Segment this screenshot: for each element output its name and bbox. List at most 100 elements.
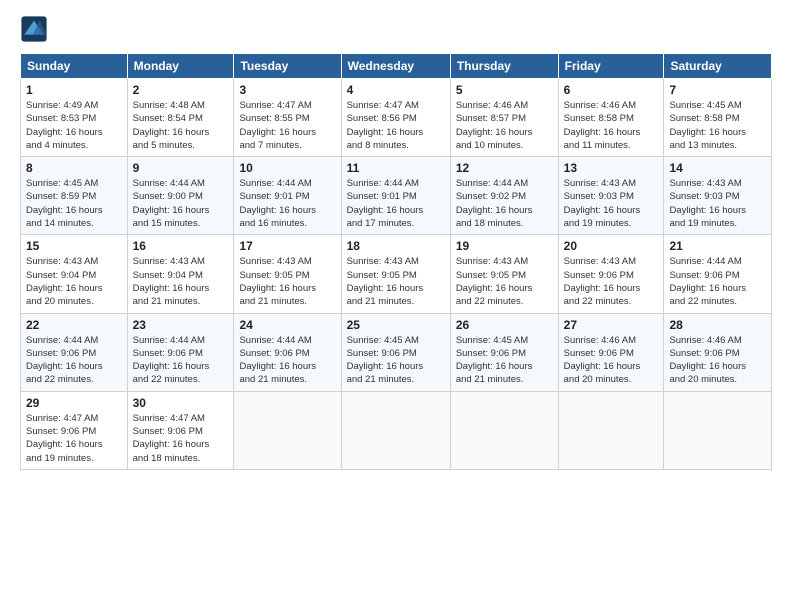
- day-cell: 23Sunrise: 4:44 AM Sunset: 9:06 PM Dayli…: [127, 313, 234, 391]
- day-number: 19: [456, 239, 553, 253]
- day-cell: 16 Sunrise: 4:43 AM Sunset: 9:04 PM Dayli…: [127, 235, 234, 313]
- day-number: 25: [347, 318, 445, 332]
- day-number: 7: [669, 83, 766, 97]
- day-cell: 11 Sunrise: 4:44 AM Sunset: 9:01 PM Dayli…: [341, 157, 450, 235]
- day-info: Sunrise: 4:44 AM Sunset: 9:06 PM Dayligh…: [239, 334, 335, 387]
- day-number: 21: [669, 239, 766, 253]
- day-info: Sunrise: 4:43 AM Sunset: 9:05 PM Dayligh…: [456, 255, 553, 308]
- day-number: 30: [133, 396, 229, 410]
- dow-monday: Monday: [127, 54, 234, 79]
- day-number: 3: [239, 83, 335, 97]
- day-cell: 1Sunrise: 4:49 AM Sunset: 8:53 PM Daylig…: [21, 79, 128, 157]
- day-info: Sunrise: 4:45 AM Sunset: 8:59 PM Dayligh…: [26, 177, 122, 230]
- day-cell: [558, 391, 664, 469]
- day-info: Sunrise: 4:43 AM Sunset: 9:04 PM Dayligh…: [26, 255, 122, 308]
- day-number: 18: [347, 239, 445, 253]
- day-cell: 27 Sunrise: 4:46 AM Sunset: 9:06 PM Dayli…: [558, 313, 664, 391]
- day-cell: 28 Sunrise: 4:46 AM Sunset: 9:06 PM Dayli…: [664, 313, 772, 391]
- day-info: Sunrise: 4:44 AM Sunset: 9:01 PM Dayligh…: [239, 177, 335, 230]
- calendar-table: SundayMondayTuesdayWednesdayThursdayFrid…: [20, 53, 772, 470]
- day-info: Sunrise: 4:48 AM Sunset: 8:54 PM Dayligh…: [133, 99, 229, 152]
- dow-tuesday: Tuesday: [234, 54, 341, 79]
- day-info: Sunrise: 4:43 AM Sunset: 9:06 PM Dayligh…: [564, 255, 659, 308]
- day-info: Sunrise: 4:43 AM Sunset: 9:05 PM Dayligh…: [239, 255, 335, 308]
- week-row-3: 15 Sunrise: 4:43 AM Sunset: 9:04 PM Dayli…: [21, 235, 772, 313]
- day-info: Sunrise: 4:45 AM Sunset: 9:06 PM Dayligh…: [456, 334, 553, 387]
- day-info: Sunrise: 4:44 AM Sunset: 9:06 PM Dayligh…: [26, 334, 122, 387]
- day-number: 12: [456, 161, 553, 175]
- dow-saturday: Saturday: [664, 54, 772, 79]
- day-info: Sunrise: 4:49 AM Sunset: 8:53 PM Dayligh…: [26, 99, 122, 152]
- day-info: Sunrise: 4:47 AM Sunset: 8:56 PM Dayligh…: [347, 99, 445, 152]
- day-info: Sunrise: 4:44 AM Sunset: 9:06 PM Dayligh…: [669, 255, 766, 308]
- day-number: 16: [133, 239, 229, 253]
- days-of-week-header: SundayMondayTuesdayWednesdayThursdayFrid…: [21, 54, 772, 79]
- day-number: 22: [26, 318, 122, 332]
- day-cell: 19 Sunrise: 4:43 AM Sunset: 9:05 PM Dayli…: [450, 235, 558, 313]
- week-row-4: 22 Sunrise: 4:44 AM Sunset: 9:06 PM Dayli…: [21, 313, 772, 391]
- day-number: 15: [26, 239, 122, 253]
- day-info: Sunrise: 4:44 AM Sunset: 9:02 PM Dayligh…: [456, 177, 553, 230]
- calendar-page: SundayMondayTuesdayWednesdayThursdayFrid…: [0, 0, 792, 612]
- day-info: Sunrise: 4:43 AM Sunset: 9:03 PM Dayligh…: [564, 177, 659, 230]
- day-number: 27: [564, 318, 659, 332]
- day-info: Sunrise: 4:43 AM Sunset: 9:03 PM Dayligh…: [669, 177, 766, 230]
- day-cell: 2 Sunrise: 4:48 AM Sunset: 8:54 PM Daylig…: [127, 79, 234, 157]
- day-cell: 17 Sunrise: 4:43 AM Sunset: 9:05 PM Dayli…: [234, 235, 341, 313]
- day-cell: 25 Sunrise: 4:45 AM Sunset: 9:06 PM Dayli…: [341, 313, 450, 391]
- day-number: 8: [26, 161, 122, 175]
- day-cell: 21 Sunrise: 4:44 AM Sunset: 9:06 PM Dayli…: [664, 235, 772, 313]
- day-cell: 13 Sunrise: 4:43 AM Sunset: 9:03 PM Dayli…: [558, 157, 664, 235]
- day-info: Sunrise: 4:43 AM Sunset: 9:04 PM Dayligh…: [133, 255, 229, 308]
- calendar-body: 1Sunrise: 4:49 AM Sunset: 8:53 PM Daylig…: [21, 79, 772, 470]
- day-cell: 30 Sunrise: 4:47 AM Sunset: 9:06 PM Dayli…: [127, 391, 234, 469]
- day-cell: 8 Sunrise: 4:45 AM Sunset: 8:59 PM Daylig…: [21, 157, 128, 235]
- week-row-2: 8 Sunrise: 4:45 AM Sunset: 8:59 PM Daylig…: [21, 157, 772, 235]
- day-cell: 15 Sunrise: 4:43 AM Sunset: 9:04 PM Dayli…: [21, 235, 128, 313]
- day-cell: 18Sunrise: 4:43 AM Sunset: 9:05 PM Dayli…: [341, 235, 450, 313]
- day-info: Sunrise: 4:44 AM Sunset: 9:01 PM Dayligh…: [347, 177, 445, 230]
- day-number: 10: [239, 161, 335, 175]
- dow-friday: Friday: [558, 54, 664, 79]
- day-info: Sunrise: 4:45 AM Sunset: 9:06 PM Dayligh…: [347, 334, 445, 387]
- day-info: Sunrise: 4:44 AM Sunset: 9:06 PM Dayligh…: [133, 334, 229, 387]
- day-cell: 5 Sunrise: 4:46 AM Sunset: 8:57 PM Daylig…: [450, 79, 558, 157]
- day-number: 14: [669, 161, 766, 175]
- day-info: Sunrise: 4:46 AM Sunset: 9:06 PM Dayligh…: [564, 334, 659, 387]
- day-cell: 7 Sunrise: 4:45 AM Sunset: 8:58 PM Daylig…: [664, 79, 772, 157]
- dow-wednesday: Wednesday: [341, 54, 450, 79]
- day-cell: 24Sunrise: 4:44 AM Sunset: 9:06 PM Dayli…: [234, 313, 341, 391]
- day-number: 28: [669, 318, 766, 332]
- day-info: Sunrise: 4:46 AM Sunset: 8:57 PM Dayligh…: [456, 99, 553, 152]
- day-number: 17: [239, 239, 335, 253]
- day-cell: 26 Sunrise: 4:45 AM Sunset: 9:06 PM Dayli…: [450, 313, 558, 391]
- day-number: 26: [456, 318, 553, 332]
- day-number: 11: [347, 161, 445, 175]
- day-info: Sunrise: 4:47 AM Sunset: 9:06 PM Dayligh…: [26, 412, 122, 465]
- day-cell: [664, 391, 772, 469]
- day-cell: 3 Sunrise: 4:47 AM Sunset: 8:55 PM Daylig…: [234, 79, 341, 157]
- dow-sunday: Sunday: [21, 54, 128, 79]
- day-number: 2: [133, 83, 229, 97]
- day-info: Sunrise: 4:44 AM Sunset: 9:00 PM Dayligh…: [133, 177, 229, 230]
- day-number: 5: [456, 83, 553, 97]
- day-number: 13: [564, 161, 659, 175]
- day-number: 29: [26, 396, 122, 410]
- day-cell: [341, 391, 450, 469]
- day-info: Sunrise: 4:47 AM Sunset: 9:06 PM Dayligh…: [133, 412, 229, 465]
- day-info: Sunrise: 4:46 AM Sunset: 9:06 PM Dayligh…: [669, 334, 766, 387]
- logo: [20, 15, 52, 43]
- day-info: Sunrise: 4:45 AM Sunset: 8:58 PM Dayligh…: [669, 99, 766, 152]
- day-cell: 12 Sunrise: 4:44 AM Sunset: 9:02 PM Dayli…: [450, 157, 558, 235]
- day-cell: 29 Sunrise: 4:47 AM Sunset: 9:06 PM Dayli…: [21, 391, 128, 469]
- day-info: Sunrise: 4:47 AM Sunset: 8:55 PM Dayligh…: [239, 99, 335, 152]
- day-cell: [450, 391, 558, 469]
- day-cell: 9 Sunrise: 4:44 AM Sunset: 9:00 PM Daylig…: [127, 157, 234, 235]
- day-info: Sunrise: 4:46 AM Sunset: 8:58 PM Dayligh…: [564, 99, 659, 152]
- week-row-1: 1Sunrise: 4:49 AM Sunset: 8:53 PM Daylig…: [21, 79, 772, 157]
- day-number: 20: [564, 239, 659, 253]
- day-number: 9: [133, 161, 229, 175]
- day-cell: 6Sunrise: 4:46 AM Sunset: 8:58 PM Daylig…: [558, 79, 664, 157]
- day-cell: 22 Sunrise: 4:44 AM Sunset: 9:06 PM Dayli…: [21, 313, 128, 391]
- logo-icon: [20, 15, 48, 43]
